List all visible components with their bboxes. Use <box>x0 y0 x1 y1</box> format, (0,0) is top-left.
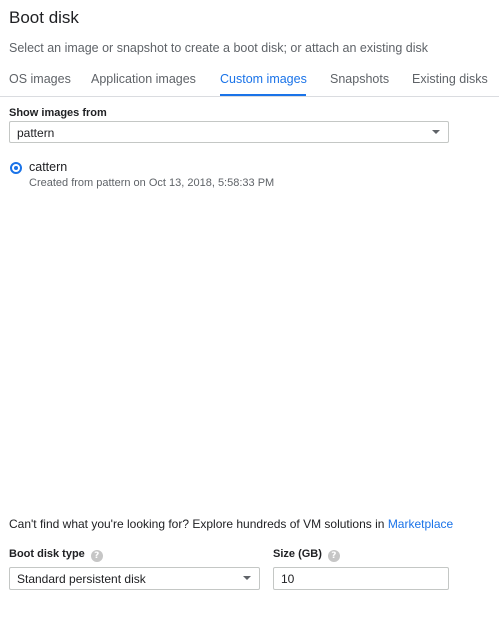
marketplace-hint-text: Can't find what you're looking for? Expl… <box>9 517 385 531</box>
show-images-from-select[interactable]: pattern <box>9 121 449 143</box>
help-icon[interactable]: ? <box>327 550 340 562</box>
show-images-from-value: pattern <box>17 126 55 140</box>
tab-application-images[interactable]: Application images <box>91 72 196 86</box>
radio-selected-dot <box>14 166 18 170</box>
boot-disk-type-label: Boot disk type <box>9 548 85 560</box>
chevron-down-icon <box>243 576 251 580</box>
image-source-tabs: OS images Application images Custom imag… <box>0 62 499 97</box>
image-option-cattern[interactable]: cattern Created from pattern on Oct 13, … <box>9 160 309 192</box>
boot-disk-type-select[interactable]: Standard persistent disk <box>9 567 260 590</box>
image-name: cattern <box>29 160 68 174</box>
boot-disk-subtitle: Select an image or snapshot to create a … <box>9 41 428 55</box>
help-icon[interactable]: ? <box>90 550 103 562</box>
tab-snapshots[interactable]: Snapshots <box>330 72 389 86</box>
radio-button[interactable] <box>10 162 22 174</box>
tab-existing-disks[interactable]: Existing disks <box>412 72 488 86</box>
active-tab-indicator <box>220 94 306 96</box>
tab-os-images[interactable]: OS images <box>9 72 71 86</box>
boot-disk-type-label-row: Boot disk type? <box>9 548 103 562</box>
marketplace-link[interactable]: Marketplace <box>388 517 453 531</box>
tab-custom-images[interactable]: Custom images <box>220 72 307 86</box>
boot-disk-type-value: Standard persistent disk <box>17 572 146 586</box>
show-images-from-label: Show images from <box>9 107 107 119</box>
size-label-row: Size (GB)? <box>273 548 340 562</box>
size-label: Size (GB) <box>273 548 322 560</box>
chevron-down-icon <box>432 130 440 134</box>
boot-disk-title: Boot disk <box>9 8 79 27</box>
size-input[interactable] <box>273 567 449 590</box>
marketplace-hint: Can't find what you're looking for? Expl… <box>9 517 453 531</box>
image-description: Created from pattern on Oct 13, 2018, 5:… <box>29 177 275 189</box>
